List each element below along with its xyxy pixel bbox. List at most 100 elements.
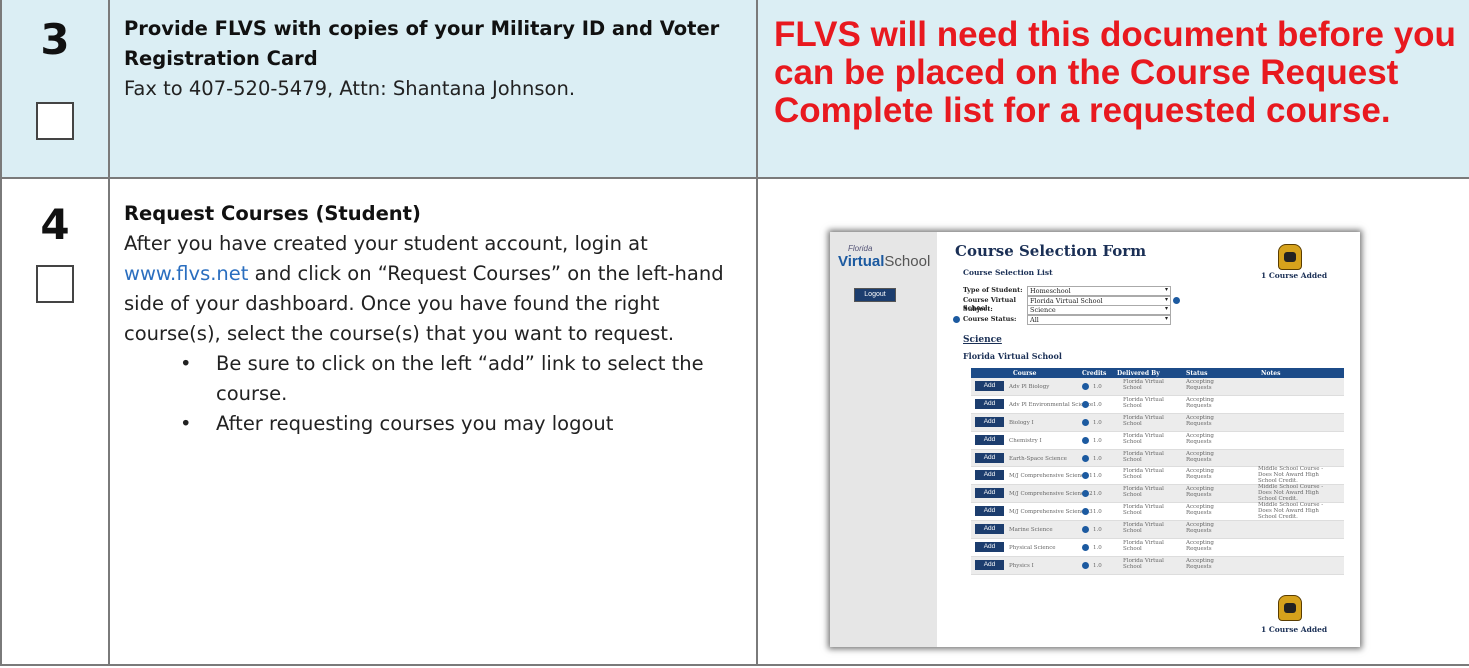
course-status: Accepting Requests bbox=[1186, 540, 1214, 553]
delivered-by: Florida Virtual School bbox=[1123, 504, 1164, 517]
logout-button[interactable]: Logout bbox=[854, 288, 896, 302]
add-course-button[interactable]: Add bbox=[975, 542, 1004, 553]
type-of-student-select[interactable]: Homeschool bbox=[1027, 286, 1171, 296]
bullet-item: Be sure to click on the left “add” link … bbox=[180, 349, 742, 409]
course-name: Marine Science bbox=[1009, 527, 1053, 534]
course-name: M/J Comprehensive Science 3 bbox=[1009, 509, 1093, 516]
delivered-by: Florida Virtual School bbox=[1123, 432, 1164, 445]
step-body: After you have created your student acco… bbox=[124, 229, 742, 349]
column-header: Credits bbox=[1082, 370, 1107, 377]
course-credits: 1.0 bbox=[1093, 419, 1102, 426]
bullet-item: After requesting courses you may logout bbox=[180, 409, 742, 439]
delivered-by: Florida Virtual School bbox=[1123, 540, 1164, 553]
info-icon[interactable] bbox=[1082, 418, 1089, 426]
table-row: Add M/J Comprehensive Science 1 1.0 Florida… bbox=[971, 466, 1344, 486]
course-status: Accepting Requests bbox=[1186, 432, 1214, 445]
subject-heading[interactable]: Science bbox=[963, 335, 1002, 345]
step-description-cell: Provide FLVS with copies of your Militar… bbox=[108, 0, 758, 179]
course-credits: 1.0 bbox=[1093, 562, 1102, 569]
course-status: Accepting Requests bbox=[1186, 486, 1214, 499]
add-course-button[interactable]: Add bbox=[975, 506, 1004, 517]
field-label: Subject: bbox=[963, 305, 993, 313]
course-table-header: Course Credits Delivered By Status Notes bbox=[971, 368, 1344, 378]
info-icon[interactable] bbox=[1082, 436, 1089, 444]
course-credits: 1.0 bbox=[1093, 401, 1102, 408]
flvs-logo: Florida VirtualSchool bbox=[838, 244, 930, 271]
add-course-button[interactable]: Add bbox=[975, 452, 1004, 463]
step-checkbox[interactable] bbox=[36, 265, 74, 303]
course-status: Accepting Requests bbox=[1186, 522, 1214, 535]
info-icon[interactable] bbox=[1082, 561, 1089, 569]
school-heading: Florida Virtual School bbox=[963, 351, 1062, 361]
table-row: Add M/J Comprehensive Science 3 1.0 Florida… bbox=[971, 502, 1344, 522]
step-title: Provide FLVS with copies of your Militar… bbox=[124, 17, 720, 70]
course-credits: 1.0 bbox=[1093, 384, 1102, 390]
list-title: Course Selection List bbox=[963, 268, 1053, 277]
table-row: Add Biology I 1.0 Florida Virtual School Acc… bbox=[971, 413, 1344, 432]
add-course-button[interactable]: Add bbox=[975, 470, 1004, 481]
course-status: Accepting Requests bbox=[1186, 414, 1214, 427]
subject-select[interactable]: Science bbox=[1027, 305, 1171, 315]
course-selection-screenshot: Florida VirtualSchool Logout Course Sele… bbox=[830, 232, 1360, 647]
field-label: Type of Student: bbox=[963, 286, 1023, 294]
info-icon[interactable] bbox=[1082, 454, 1089, 462]
step-note-cell: FLVS will need this document before you … bbox=[756, 0, 1469, 179]
backpack-icon bbox=[1278, 595, 1302, 621]
table-row: Add M/J Comprehensive Science 2 1.0 Florida… bbox=[971, 484, 1344, 504]
add-course-button[interactable]: Add bbox=[975, 524, 1004, 535]
form-title: Course Selection Form bbox=[955, 242, 1147, 260]
column-header: Notes bbox=[1261, 370, 1281, 377]
delivered-by: Florida Virtual School bbox=[1123, 414, 1164, 427]
step-title: Request Courses (Student) bbox=[124, 202, 421, 225]
info-icon[interactable] bbox=[1082, 383, 1089, 390]
course-notes: Middle School Course - Does Not Award Hi… bbox=[1258, 484, 1324, 502]
course-rows: Add Adv Pl Biology 1.0 Florida Virtual Scho… bbox=[971, 378, 1344, 575]
add-course-button[interactable]: Add bbox=[975, 488, 1004, 499]
course-credits: 1.0 bbox=[1093, 437, 1102, 444]
body-text: After you have created your student acco… bbox=[124, 232, 648, 255]
virtual-school-select[interactable]: Florida Virtual School bbox=[1027, 295, 1171, 306]
step-row-3: 3 Provide FLVS with copies of your Milit… bbox=[0, 0, 1469, 179]
table-row: Add Marine Science 1.0 Florida Virtual Scho… bbox=[971, 521, 1344, 540]
add-course-button[interactable]: Add bbox=[975, 559, 1004, 570]
course-status: Accepting Requests bbox=[1186, 379, 1214, 391]
course-name: Chemistry I bbox=[1009, 437, 1042, 444]
info-icon[interactable] bbox=[1082, 526, 1089, 534]
course-name: Physical Science bbox=[1009, 545, 1056, 552]
table-row: Add Physical Science 1.0 Florida Virtual Sc… bbox=[971, 539, 1344, 557]
delivered-by: Florida Virtual School bbox=[1123, 450, 1164, 463]
course-status-select[interactable]: All bbox=[1027, 314, 1171, 325]
table-row: Add Earth-Space Science 1.0 Florida Virtual… bbox=[971, 449, 1344, 468]
delivered-by: Florida Virtual School bbox=[1123, 396, 1164, 409]
column-header: Status bbox=[1186, 370, 1208, 377]
course-name: Earth-Space Science bbox=[1009, 455, 1067, 462]
step-description-cell: Request Courses (Student) After you have… bbox=[108, 177, 758, 666]
step-number-cell: 3 bbox=[0, 0, 110, 179]
delivered-by: Florida Virtual School bbox=[1123, 486, 1164, 499]
bullet-list: Be sure to click on the left “add” link … bbox=[124, 349, 742, 439]
logo-school-text: School bbox=[884, 253, 931, 270]
info-icon[interactable] bbox=[1173, 296, 1180, 304]
delivered-by: Florida Virtual School bbox=[1123, 522, 1164, 535]
document-page: 3 Provide FLVS with copies of your Milit… bbox=[0, 0, 1469, 668]
course-status: Accepting Requests bbox=[1186, 396, 1214, 409]
add-course-button[interactable]: Add bbox=[975, 381, 1004, 391]
course-status: Accepting Requests bbox=[1186, 504, 1214, 517]
add-course-button[interactable]: Add bbox=[975, 434, 1004, 445]
course-credits: 1.0 bbox=[1093, 473, 1102, 480]
course-name: Biology I bbox=[1009, 419, 1034, 426]
add-course-button[interactable]: Add bbox=[975, 416, 1004, 427]
add-course-button[interactable]: Add bbox=[975, 398, 1004, 409]
table-row: Add Adv Pl Environmental Science 1.0 Florid… bbox=[971, 396, 1344, 414]
step-number: 4 bbox=[40, 200, 70, 249]
info-icon[interactable] bbox=[953, 315, 960, 323]
step-checkbox[interactable] bbox=[36, 102, 74, 140]
course-name: M/J Comprehensive Science 1 bbox=[1009, 473, 1093, 480]
info-icon[interactable] bbox=[1082, 400, 1089, 408]
course-name: Adv Pl Biology bbox=[1009, 384, 1050, 390]
info-icon[interactable] bbox=[1082, 544, 1089, 552]
flvs-link[interactable]: www.flvs.net bbox=[124, 262, 248, 285]
course-status: Accepting Requests bbox=[1186, 557, 1214, 570]
table-row: Add Physics I 1.0 Florida Virtual School Acc… bbox=[971, 556, 1344, 575]
backpack-icon bbox=[1278, 244, 1302, 270]
